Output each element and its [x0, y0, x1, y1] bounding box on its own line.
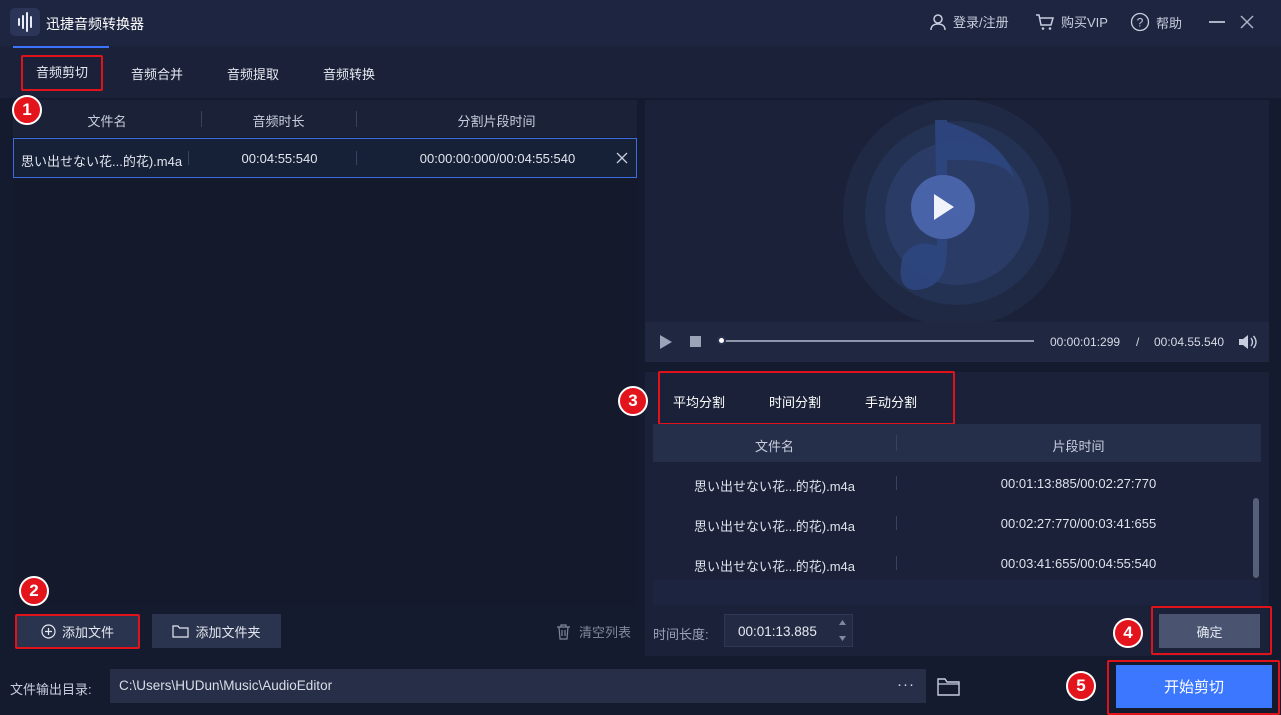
start-cut-button[interactable]: 开始剪切: [1116, 665, 1272, 708]
user-icon: [930, 13, 946, 30]
duration-label: 时间长度:: [653, 627, 709, 642]
app-logo-icon: [10, 8, 40, 36]
file-table-header: 文件名 音频时长 分割片段时间: [13, 100, 637, 137]
column-divider: [201, 111, 202, 127]
login-button[interactable]: 登录/注册: [929, 12, 1009, 31]
scrollbar[interactable]: [1253, 498, 1259, 578]
table-row[interactable]: 思い出せない花...的花).m4a 00:01:13:885/00:02:27:…: [653, 464, 1253, 504]
tab-audio-extract[interactable]: 音频提取: [216, 58, 290, 92]
table-row[interactable]: 思い出せない花...的花).m4a 00:04:55:540 00:00:00:…: [13, 138, 637, 178]
tab-audio-convert[interactable]: 音频转换: [312, 58, 386, 92]
total-time: 00:04.55.540: [1154, 335, 1225, 349]
segment-table-header: 文件名 片段时间: [653, 424, 1261, 462]
row-divider: [356, 151, 357, 165]
header-duration: 音频时长: [252, 114, 305, 129]
header-filename: 文件名: [754, 439, 794, 454]
add-folder-label: 添加文件夹: [195, 624, 261, 640]
segment-time: 00:01:13:885/00:02:27:770: [1000, 476, 1157, 491]
step-badge: 3: [618, 386, 648, 416]
plus-circle-icon: [41, 624, 56, 639]
confirm-button[interactable]: 确定: [1159, 614, 1260, 648]
output-path-field[interactable]: C:\Users\HUDun\Music\AudioEditor: [110, 669, 926, 703]
add-file-label: 添加文件: [61, 625, 114, 640]
start-cut-label: 开始剪切: [1163, 679, 1224, 696]
minimize-button[interactable]: [1204, 10, 1230, 34]
confirm-label: 确定: [1196, 624, 1223, 640]
close-icon: [1240, 15, 1254, 29]
segment-time: 00:03:41:655/00:04:55:540: [1000, 556, 1157, 571]
minimize-icon: [1209, 21, 1225, 23]
segment-filename: 思い出せない花...的花).m4a: [693, 519, 856, 534]
duration-value: 00:01:13.885: [738, 624, 817, 639]
segment-filename: 思い出せない花...的花).m4a: [693, 479, 856, 494]
add-folder-button[interactable]: 添加文件夹: [152, 614, 281, 648]
step-badge: 1: [12, 95, 42, 125]
trash-icon: [557, 623, 570, 640]
column-divider: [356, 111, 357, 127]
stop-icon[interactable]: [690, 336, 701, 347]
output-dir-label: 文件输出目录:: [10, 682, 92, 697]
header-segment-time: 片段时间: [1052, 439, 1105, 454]
table-footer-area: [653, 580, 1261, 605]
login-label: 登录/注册: [953, 15, 1009, 30]
tab-average-split[interactable]: 平均分割: [673, 392, 725, 411]
clear-list-button[interactable]: 清空列表: [556, 622, 631, 641]
help-button[interactable]: ? 帮助: [1130, 12, 1182, 32]
close-window-button[interactable]: [1234, 10, 1260, 34]
add-file-button[interactable]: 添加文件: [15, 614, 140, 649]
header-segment-time: 分割片段时间: [457, 114, 536, 129]
big-play-button[interactable]: [911, 175, 975, 239]
table-row[interactable]: 思い出せない花...的花).m4a 00:02:27:770/00:03:41:…: [653, 504, 1253, 544]
table-row[interactable]: 思い出せない花...的花).m4a 00:03:41:655/00:04:55:…: [653, 544, 1253, 584]
chevron-down-icon[interactable]: [838, 635, 847, 642]
volume-icon[interactable]: [1238, 333, 1258, 351]
row-duration: 00:04:55:540: [241, 151, 318, 166]
current-time: 00:00:01:299: [1050, 335, 1121, 349]
remove-row-icon[interactable]: [616, 152, 628, 164]
row-segment: 00:00:00:000/00:04:55:540: [419, 151, 576, 166]
row-divider: [188, 151, 189, 165]
column-divider: [896, 435, 897, 451]
folder-icon[interactable]: [937, 677, 960, 696]
help-label: 帮助: [1156, 15, 1183, 31]
browse-more-button[interactable]: ···: [897, 676, 915, 693]
play-icon: [934, 194, 954, 220]
time-separator: /: [1136, 335, 1140, 349]
tab-manual-split[interactable]: 手动分割: [865, 392, 917, 411]
player-controls: 00:00:01:299 / 00:04.55.540: [645, 322, 1269, 362]
vip-label: 购买VIP: [1061, 15, 1108, 30]
step-badge: 4: [1113, 618, 1143, 648]
app-title: 迅捷音频转换器: [46, 16, 144, 32]
buy-vip-button[interactable]: 购买VIP: [1035, 12, 1108, 31]
output-path-value: C:\Users\HUDun\Music\AudioEditor: [119, 678, 333, 693]
tab-audio-merge[interactable]: 音频合并: [120, 58, 194, 92]
step-badge: 5: [1066, 671, 1096, 701]
play-icon[interactable]: [659, 334, 673, 350]
clear-list-label: 清空列表: [579, 625, 632, 640]
chevron-up-icon[interactable]: [838, 619, 847, 626]
progress-handle[interactable]: [717, 336, 726, 345]
row-filename: 思い出せない花...的花).m4a: [21, 154, 183, 169]
duration-stepper[interactable]: 00:01:13.885: [724, 614, 853, 647]
tab-audio-cut[interactable]: 音频剪切: [21, 55, 103, 91]
segment-time: 00:02:27:770/00:03:41:655: [1000, 516, 1157, 531]
cart-icon: [1036, 13, 1054, 30]
progress-track[interactable]: [721, 340, 1034, 342]
segment-filename: 思い出せない花...的花).m4a: [693, 559, 856, 574]
audio-preview-area: [645, 100, 1269, 322]
folder-icon: [172, 625, 190, 638]
svg-text:?: ?: [1137, 16, 1144, 30]
step-badge: 2: [19, 576, 49, 606]
tab-time-split[interactable]: 时间分割: [769, 392, 821, 411]
active-tab-indicator: [13, 46, 109, 48]
help-icon: ?: [1130, 12, 1150, 32]
